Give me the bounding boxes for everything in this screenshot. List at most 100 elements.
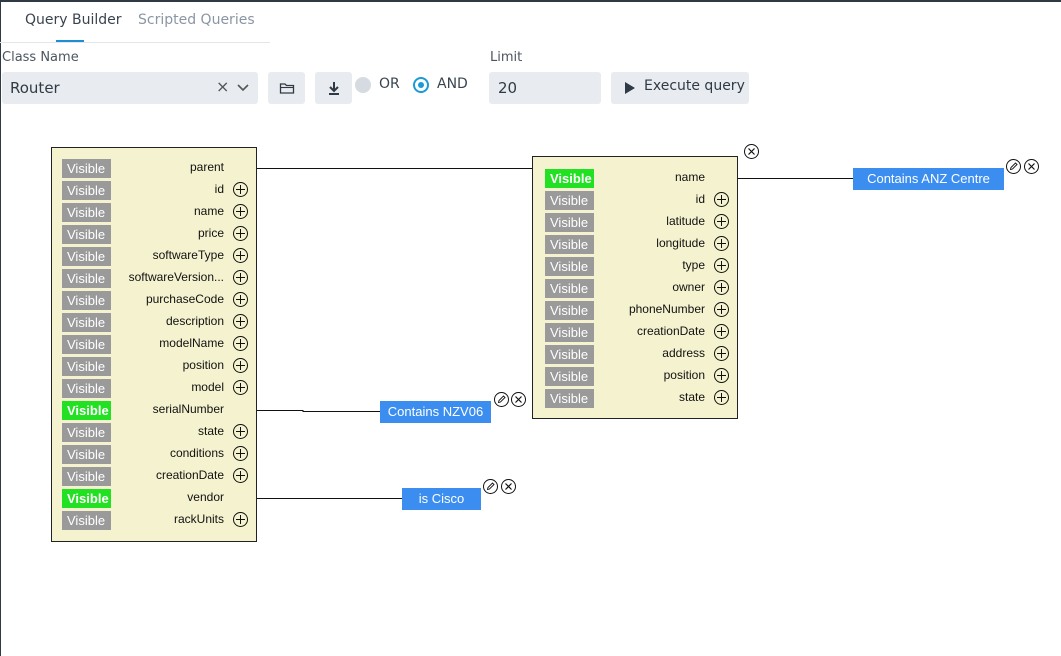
- add-field-filter-icon[interactable]: [233, 226, 248, 241]
- add-field-filter-icon[interactable]: [233, 468, 248, 483]
- visible-toggle[interactable]: Visible: [545, 323, 594, 342]
- visible-toggle[interactable]: Visible: [545, 213, 594, 232]
- remove-filter-serial-button[interactable]: [511, 392, 526, 407]
- visible-toggle[interactable]: Visible: [545, 257, 594, 276]
- close-circle-icon: [505, 483, 512, 490]
- pencil-icon: [1009, 162, 1018, 171]
- router-field-row: Visible description: [52, 313, 256, 333]
- add-field-filter-icon[interactable]: [233, 270, 248, 285]
- visible-toggle[interactable]: Visible: [545, 191, 594, 210]
- field-name: conditions: [169, 446, 224, 460]
- router-field-row: Visible position: [52, 357, 256, 377]
- add-field-filter-icon[interactable]: [714, 346, 729, 361]
- field-name: owner: [672, 280, 705, 294]
- close-circle-icon: [515, 396, 522, 403]
- router-field-row: Visible model: [52, 379, 256, 399]
- router-field-row: Visible id: [52, 181, 256, 201]
- visible-toggle[interactable]: Visible: [62, 511, 111, 530]
- router-field-row: Visible softwareType: [52, 247, 256, 267]
- router-field-row: Visible serialNumber: [52, 401, 256, 421]
- visible-toggle[interactable]: Visible: [545, 235, 594, 254]
- field-name: description: [165, 314, 224, 328]
- field-name: parent: [189, 160, 224, 174]
- field-name: serialNumber: [152, 402, 224, 416]
- add-field-filter-icon[interactable]: [233, 446, 248, 461]
- visible-toggle[interactable]: Visible: [545, 279, 594, 298]
- edit-filter-vendor-button[interactable]: [483, 479, 498, 494]
- filter-chip-name[interactable]: Contains ANZ Centre: [853, 168, 1004, 190]
- visible-toggle[interactable]: Visible: [62, 357, 111, 376]
- field-name: address: [662, 346, 705, 360]
- edit-filter-name-button[interactable]: [1006, 159, 1021, 174]
- add-field-filter-icon[interactable]: [233, 248, 248, 263]
- close-circle-icon: [1028, 163, 1035, 170]
- add-field-filter-icon[interactable]: [714, 236, 729, 251]
- field-name: creationDate: [155, 468, 224, 482]
- close-circle-icon: [748, 148, 755, 155]
- visible-toggle[interactable]: Visible: [62, 467, 111, 486]
- add-field-filter-icon[interactable]: [714, 214, 729, 229]
- add-field-filter-icon[interactable]: [714, 192, 729, 207]
- field-name: id: [695, 192, 705, 206]
- add-field-filter-icon[interactable]: [714, 390, 729, 405]
- field-name: rackUnits: [173, 512, 224, 526]
- field-name: state: [678, 390, 705, 404]
- filter-chip-vendor[interactable]: is Cisco: [402, 488, 481, 510]
- visible-toggle[interactable]: Visible: [62, 159, 111, 178]
- add-field-filter-icon[interactable]: [714, 368, 729, 383]
- field-name: model: [191, 380, 224, 394]
- add-field-filter-icon[interactable]: [714, 280, 729, 295]
- add-field-filter-icon[interactable]: [714, 324, 729, 339]
- field-name: name: [193, 204, 224, 218]
- field-name: type: [682, 258, 705, 272]
- add-field-filter-icon[interactable]: [233, 204, 248, 219]
- parent_entity-field-row: Visible position: [533, 367, 737, 387]
- visible-toggle[interactable]: Visible: [62, 445, 111, 464]
- visible-toggle[interactable]: Visible: [62, 379, 111, 398]
- parent_entity-field-row: Visible address: [533, 345, 737, 365]
- router-field-row: Visible price: [52, 225, 256, 245]
- parent-entity-box: Visible name Visible id Visible latitude Visib…: [532, 156, 738, 419]
- visible-toggle[interactable]: Visible: [62, 335, 111, 354]
- visible-toggle[interactable]: Visible: [62, 401, 111, 420]
- remove-filter-name-button[interactable]: [1024, 159, 1039, 174]
- add-field-filter-icon[interactable]: [233, 182, 248, 197]
- visible-toggle[interactable]: Visible: [62, 291, 111, 310]
- visible-toggle[interactable]: Visible: [62, 489, 111, 508]
- parent_entity-field-row: Visible phoneNumber: [533, 301, 737, 321]
- add-field-filter-icon[interactable]: [233, 358, 248, 373]
- visible-toggle[interactable]: Visible: [62, 313, 111, 332]
- remove-filter-vendor-button[interactable]: [501, 479, 516, 494]
- visible-toggle[interactable]: Visible: [62, 225, 111, 244]
- add-field-filter-icon[interactable]: [714, 302, 729, 317]
- visible-toggle[interactable]: Visible: [62, 423, 111, 442]
- parent_entity-field-row: Visible longitude: [533, 235, 737, 255]
- remove-entity-button[interactable]: [744, 144, 759, 159]
- visible-toggle[interactable]: Visible: [62, 269, 111, 288]
- router-field-row: Visible creationDate: [52, 467, 256, 487]
- add-field-filter-icon[interactable]: [233, 424, 248, 439]
- visible-toggle[interactable]: Visible: [62, 247, 111, 266]
- visible-toggle[interactable]: Visible: [545, 301, 594, 320]
- parent_entity-field-row: Visible type: [533, 257, 737, 277]
- field-name: price: [197, 226, 224, 240]
- visible-toggle[interactable]: Visible: [62, 203, 111, 222]
- filter-chip-serial-number[interactable]: Contains NZV06: [380, 401, 491, 423]
- edit-filter-serial-button[interactable]: [494, 392, 509, 407]
- add-field-filter-icon[interactable]: [233, 292, 248, 307]
- pencil-icon: [486, 482, 495, 491]
- visible-toggle[interactable]: Visible: [545, 169, 594, 188]
- add-field-filter-icon[interactable]: [714, 258, 729, 273]
- add-field-filter-icon[interactable]: [233, 336, 248, 351]
- router-field-row: Visible modelName: [52, 335, 256, 355]
- router-field-row: Visible softwareVersion...: [52, 269, 256, 289]
- visible-toggle[interactable]: Visible: [62, 181, 111, 200]
- pencil-icon: [497, 395, 506, 404]
- add-field-filter-icon[interactable]: [233, 380, 248, 395]
- router-field-row: Visible rackUnits: [52, 511, 256, 531]
- add-field-filter-icon[interactable]: [233, 314, 248, 329]
- visible-toggle[interactable]: Visible: [545, 345, 594, 364]
- visible-toggle[interactable]: Visible: [545, 389, 594, 408]
- visible-toggle[interactable]: Visible: [545, 367, 594, 386]
- add-field-filter-icon[interactable]: [233, 512, 248, 527]
